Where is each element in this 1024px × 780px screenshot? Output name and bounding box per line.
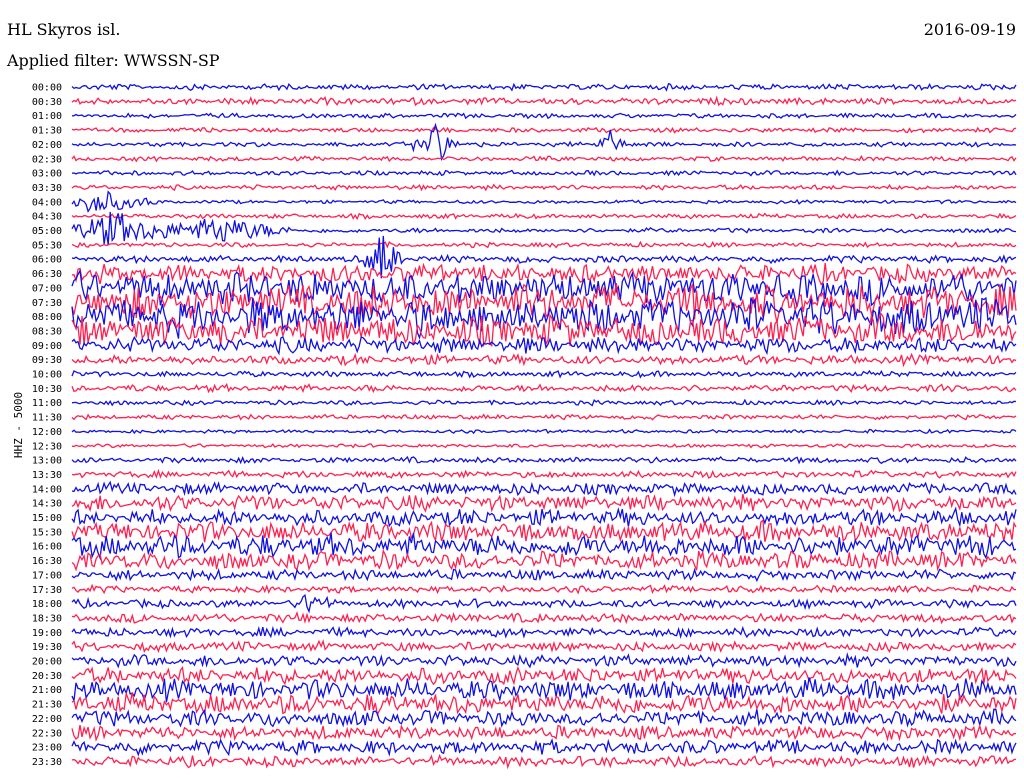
trace-row	[71, 126, 1017, 134]
time-tick-label: 09:30	[32, 355, 62, 366]
trace-row	[71, 652, 1017, 669]
time-tick-label: 11:30	[32, 413, 62, 424]
trace-row	[71, 240, 1017, 249]
trace-row	[71, 443, 1017, 449]
time-tick-label: 18:30	[32, 613, 62, 624]
time-tick-label: 06:00	[32, 255, 62, 266]
trace-row	[71, 494, 1017, 513]
trace-row	[71, 639, 1017, 654]
trace-row	[71, 506, 1017, 528]
time-tick-label: 07:30	[32, 298, 62, 309]
time-tick-label: 22:30	[32, 728, 62, 739]
time-tick-label: 21:00	[32, 685, 62, 696]
time-tick-label: 19:00	[32, 628, 62, 639]
trace-row	[71, 519, 1017, 543]
trace-row	[71, 82, 1017, 92]
time-tick-label: 20:00	[32, 657, 62, 668]
trace-row	[71, 183, 1017, 192]
trace-row	[71, 212, 1017, 221]
trace-row	[71, 169, 1017, 177]
time-tick-label: 05:00	[32, 226, 62, 237]
trace-row	[71, 594, 1017, 614]
time-tick-label: 17:30	[32, 585, 62, 596]
time-tick-label: 12:00	[32, 427, 62, 438]
trace-row	[71, 154, 1017, 163]
trace-row	[71, 548, 1017, 572]
trace-row	[71, 677, 1017, 704]
time-tick-label: 11:00	[32, 398, 62, 409]
time-tick-label: 08:00	[32, 312, 62, 323]
trace-row	[71, 262, 1017, 286]
time-tick-label: 03:30	[32, 183, 62, 194]
trace-row	[71, 190, 1017, 213]
time-tick-label: 02:30	[32, 154, 62, 165]
time-tick-label: 19:30	[32, 642, 62, 653]
trace-row	[71, 737, 1017, 757]
time-tick-label: 01:00	[32, 111, 62, 122]
time-tick-label: 16:00	[32, 542, 62, 553]
time-tick-label: 08:30	[32, 326, 62, 337]
time-tick-label: 21:30	[32, 700, 62, 711]
time-tick-label: 18:00	[32, 599, 62, 610]
time-tick-label: 13:00	[32, 456, 62, 467]
trace-row	[71, 708, 1017, 728]
time-tick-label: 10:30	[32, 384, 62, 395]
trace-row	[71, 382, 1017, 394]
trace-row	[71, 398, 1017, 407]
trace-row	[71, 413, 1017, 421]
trace-row	[71, 95, 1017, 107]
time-tick-label: 20:30	[32, 671, 62, 682]
time-tick-label: 17:00	[32, 570, 62, 581]
time-tick-label: 02:00	[32, 140, 62, 151]
time-tick-label: 15:30	[32, 527, 62, 538]
time-tick-label: 01:30	[32, 126, 62, 137]
time-tick-label: 03:00	[32, 169, 62, 180]
trace-row	[71, 335, 1017, 356]
trace-row	[71, 480, 1017, 498]
time-tick-label: 14:00	[32, 484, 62, 495]
time-tick-label: 12:30	[32, 441, 62, 452]
trace-row	[71, 611, 1017, 625]
time-tick-label: 23:00	[32, 743, 62, 754]
time-tick-label: 16:30	[32, 556, 62, 567]
time-tick-label: 05:30	[32, 240, 62, 251]
trace-row	[71, 455, 1017, 465]
time-tick-label: 04:30	[32, 212, 62, 223]
time-tick-label: 00:30	[32, 97, 62, 108]
trace-row	[71, 583, 1016, 595]
time-tick-label: 06:30	[32, 269, 62, 280]
trace-row	[71, 428, 1017, 435]
trace-row	[71, 112, 1017, 120]
time-tick-label: 10:00	[32, 370, 62, 381]
time-tick-label: 04:00	[32, 197, 62, 208]
trace-row	[71, 352, 1017, 368]
trace-row	[71, 723, 1017, 742]
time-tick-label: 09:00	[32, 341, 62, 352]
seismogram-plot: 00:00 00:30 01:00 01:30 02:00 02:30 03:00 03:30…	[32, 82, 1017, 770]
trace-row	[71, 312, 1017, 348]
time-tick-label: 07:00	[32, 283, 62, 294]
trace-row	[71, 691, 1017, 717]
trace-row	[71, 567, 1017, 583]
time-tick-label: 14:30	[32, 499, 62, 510]
trace-row	[71, 625, 1017, 640]
time-tick-label: 13:30	[32, 470, 62, 481]
time-tick-label: 22:00	[32, 714, 62, 725]
time-tick-label: 23:30	[32, 757, 62, 768]
time-tick-label: 15:00	[32, 513, 62, 524]
time-tick-label: 00:00	[32, 83, 62, 94]
trace-row	[71, 468, 1017, 479]
trace-row	[71, 369, 1017, 379]
trace-row	[71, 753, 1017, 770]
